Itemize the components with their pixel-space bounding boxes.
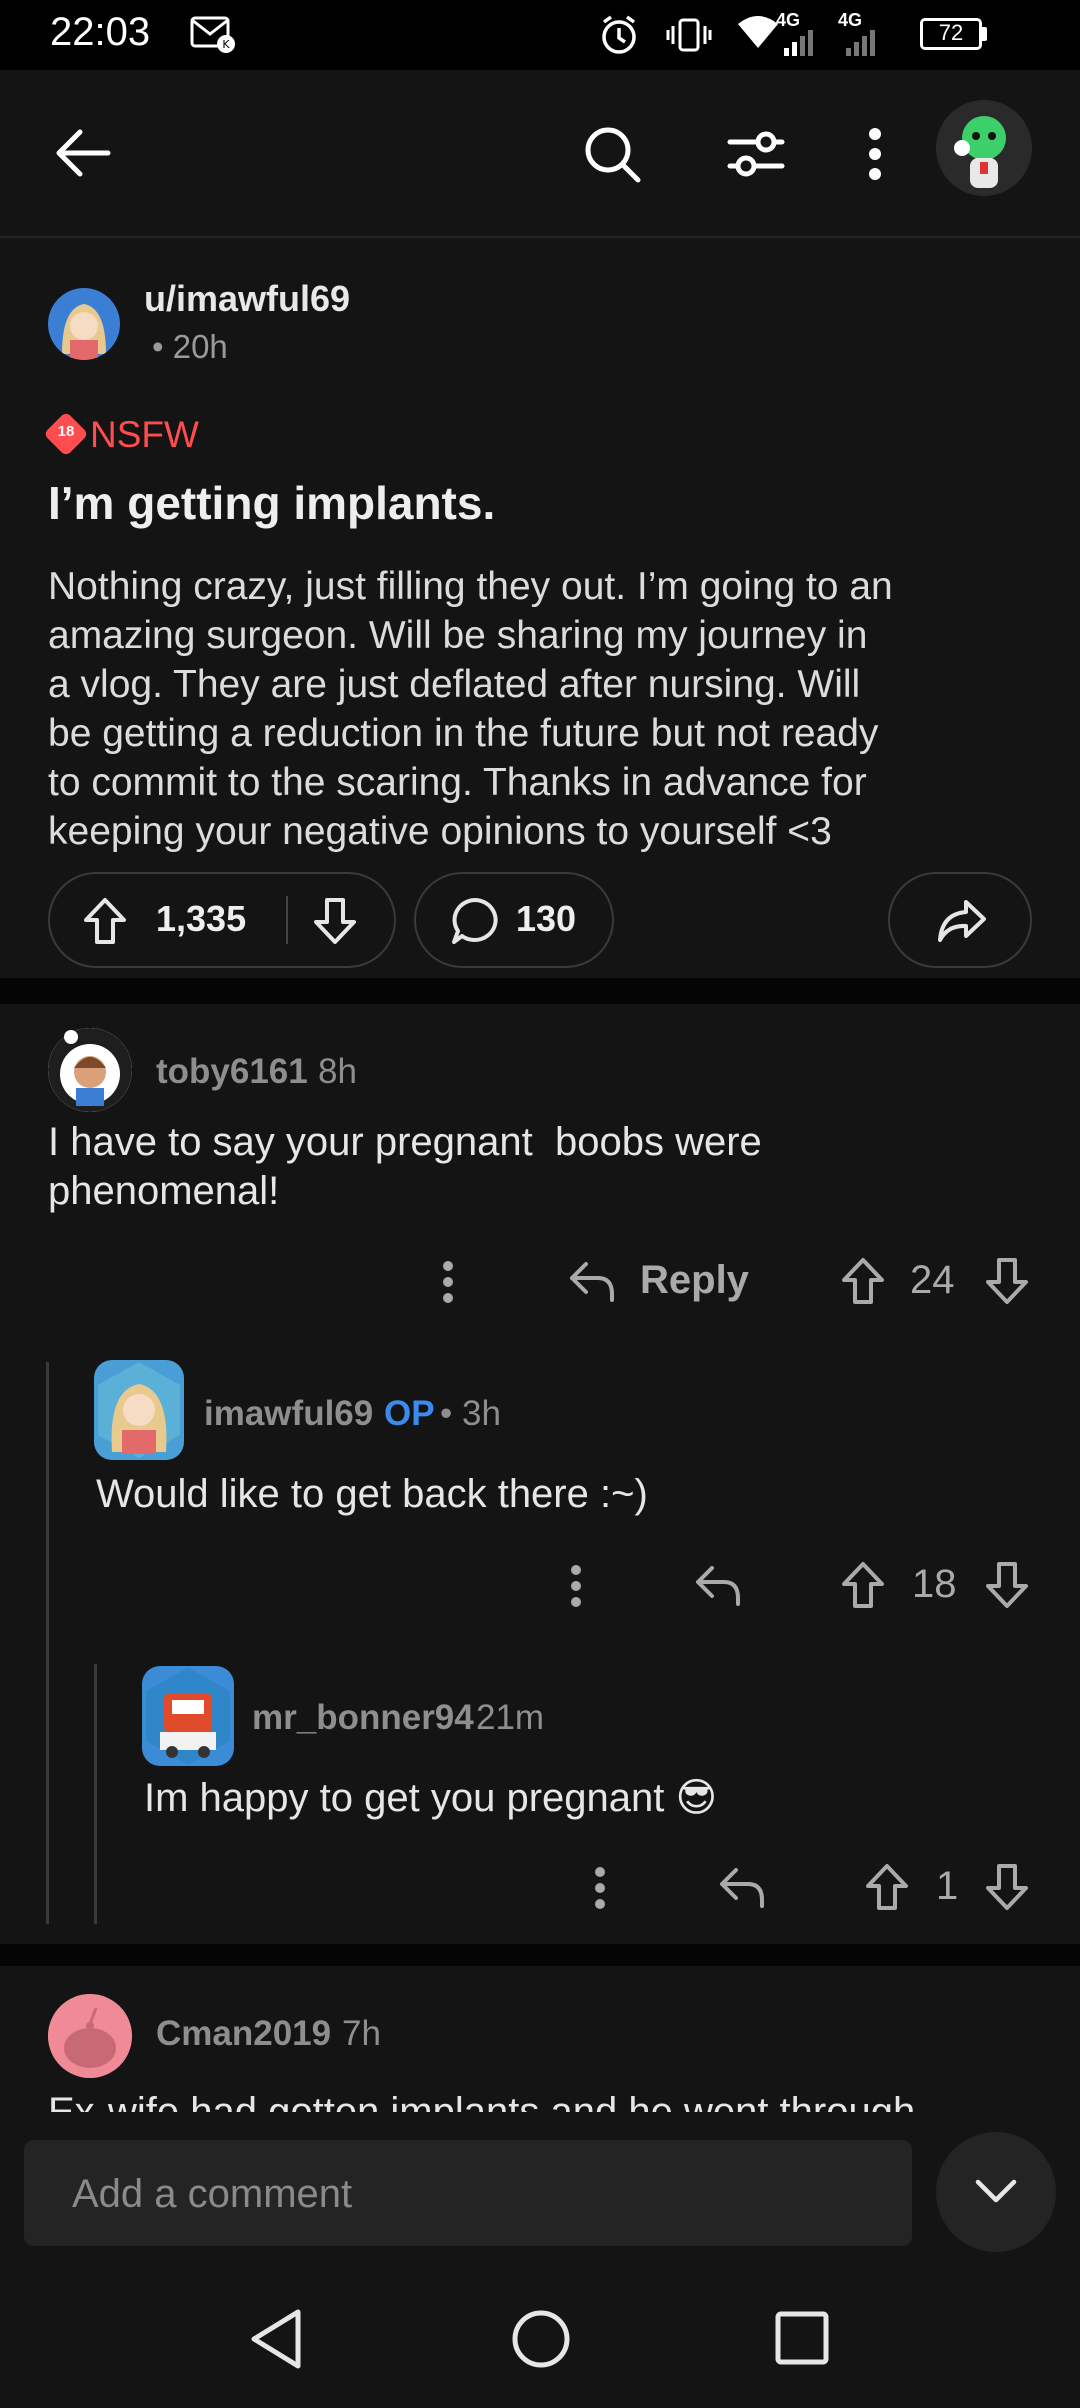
thread-line — [94, 1664, 97, 1924]
post-body-line: keeping your negative opinions to yourse… — [48, 810, 832, 853]
separator — [0, 978, 1080, 1004]
comment-text-line: phenomenal! — [48, 1169, 280, 1213]
comment-time: 8h — [318, 1052, 357, 1091]
post-body: Nothing crazy, just filling they out. I’… — [48, 562, 1048, 856]
comment-score: 1 — [936, 1864, 959, 1908]
comment-text-line: I have to say your pregnant boobs were — [48, 1120, 762, 1164]
status-time: 22:03 — [50, 10, 151, 54]
nsfw-label: NSFW — [90, 414, 199, 455]
author-avatar[interactable] — [48, 288, 120, 360]
nav-home-icon[interactable] — [510, 2308, 572, 2370]
battery-tip — [982, 27, 987, 41]
commenter-avatar[interactable] — [48, 1994, 132, 2078]
commenter-avatar[interactable] — [48, 1028, 132, 1112]
vote-pill: 1,335 — [48, 872, 396, 968]
chevron-down-icon — [974, 2176, 1018, 2206]
post-body-line: to commit to the scaring. Thanks in adva… — [48, 761, 867, 804]
comment-bubble-icon — [450, 896, 500, 946]
comment-username[interactable]: Cman2019 — [156, 2014, 331, 2054]
status-bar: 22:03 K 4G 4G 72 — [0, 0, 1080, 70]
nav-back-icon[interactable] — [248, 2308, 304, 2370]
post-title: I’m getting implants. — [48, 477, 496, 529]
post-body-line: amazing surgeon. Will be sharing my jour… — [48, 614, 868, 657]
comment-composer-bar: Add a comment — [0, 2112, 1080, 2252]
comment-text: Would like to get back there :~) — [96, 1470, 1036, 1519]
comment-thread: Cman2019 7h Ex-wife had gotten implants … — [0, 1966, 1080, 2112]
thread-line — [46, 1362, 49, 1924]
upvote-icon[interactable] — [82, 896, 128, 946]
filter-icon[interactable] — [726, 126, 786, 182]
battery-icon: 72 — [920, 18, 982, 50]
scroll-next-button[interactable] — [936, 2132, 1056, 2252]
comment-score: 18 — [912, 1562, 957, 1606]
profile-avatar[interactable] — [936, 100, 1032, 196]
upvote-count: 1,335 — [156, 898, 247, 939]
upvote-icon[interactable] — [840, 1560, 886, 1610]
share-button[interactable] — [888, 872, 1032, 968]
comment-time: 21m — [476, 1698, 545, 1737]
top-app-bar — [0, 70, 1080, 238]
comment-text-line: Ex-wife had gotten implants and he went … — [48, 2090, 916, 2112]
signal-icon — [784, 26, 820, 56]
more-vertical-icon[interactable] — [862, 126, 888, 182]
comment-username[interactable]: imawful69 — [204, 1394, 373, 1434]
op-badge: OP — [384, 1394, 435, 1433]
post-age: • 20h — [152, 328, 228, 365]
comment-username[interactable]: mr_bonner94 — [252, 1698, 474, 1738]
vote-divider — [286, 896, 288, 944]
reply-button[interactable]: Reply — [640, 1258, 749, 1303]
system-navigation-bar — [0, 2252, 1080, 2408]
more-vertical-icon[interactable] — [568, 1564, 584, 1608]
commenter-avatar[interactable] — [94, 1360, 184, 1460]
add-comment-input[interactable]: Add a comment — [24, 2140, 912, 2246]
post-body-line: be getting a reduction in the future but… — [48, 712, 879, 755]
mail-notification-icon: K — [190, 14, 236, 54]
commenter-avatar[interactable] — [142, 1666, 234, 1766]
alarm-icon — [598, 14, 640, 56]
online-dot — [64, 1030, 78, 1044]
post-body-line: Nothing crazy, just filling they out. I’… — [48, 565, 893, 608]
upvote-icon[interactable] — [864, 1862, 910, 1912]
nsfw-age-text: 18 — [57, 423, 75, 440]
downvote-icon[interactable] — [984, 1256, 1030, 1306]
comment-text-line: Would like to get back there :~) — [96, 1472, 648, 1516]
svg-text:K: K — [222, 38, 230, 51]
post-author[interactable]: u/imawful69 — [144, 278, 350, 320]
comment-text: I have to say your pregnant boobs were p… — [48, 1118, 1028, 1216]
more-vertical-icon[interactable] — [592, 1866, 608, 1910]
comment-username[interactable]: toby6161 — [156, 1052, 308, 1092]
vibrate-icon — [666, 16, 712, 54]
post-body-line: a vlog. They are just deflated after nur… — [48, 663, 861, 706]
add-comment-placeholder: Add a comment — [72, 2172, 353, 2216]
comment-thread: toby6161 8h I have to say your pregnant … — [0, 1004, 1080, 1944]
downvote-icon[interactable] — [984, 1862, 1030, 1912]
signal-icon-2 — [846, 26, 882, 56]
comments-button[interactable]: 130 — [414, 872, 614, 968]
back-arrow-icon[interactable] — [54, 128, 112, 178]
reply-icon[interactable] — [694, 1562, 742, 1608]
comment-time: • 3h — [440, 1394, 501, 1433]
comment-time: 7h — [342, 2014, 381, 2053]
share-icon — [936, 898, 988, 944]
downvote-icon[interactable] — [312, 896, 358, 946]
downvote-icon[interactable] — [984, 1560, 1030, 1610]
post-card: u/imawful69 • 20h 18 NSFW I’m getting im… — [0, 238, 1080, 978]
wifi-icon — [736, 12, 780, 52]
upvote-icon[interactable] — [840, 1256, 886, 1306]
comment-count: 130 — [516, 898, 577, 939]
comment-score: 24 — [910, 1258, 955, 1302]
comment-text: Ex-wife had gotten implants and he went … — [48, 2088, 1028, 2112]
reply-icon[interactable] — [718, 1864, 766, 1910]
separator — [0, 1944, 1080, 1966]
more-vertical-icon[interactable] — [440, 1260, 456, 1304]
battery-level: 72 — [938, 20, 964, 45]
search-icon[interactable] — [582, 124, 642, 184]
online-dot — [954, 140, 970, 156]
reply-icon[interactable] — [568, 1258, 616, 1304]
nav-recents-icon[interactable] — [774, 2310, 830, 2366]
comment-text-line: Im happy to get you pregnant 😎 — [144, 1776, 718, 1820]
comment-text: Im happy to get you pregnant 😎 — [144, 1774, 1044, 1823]
